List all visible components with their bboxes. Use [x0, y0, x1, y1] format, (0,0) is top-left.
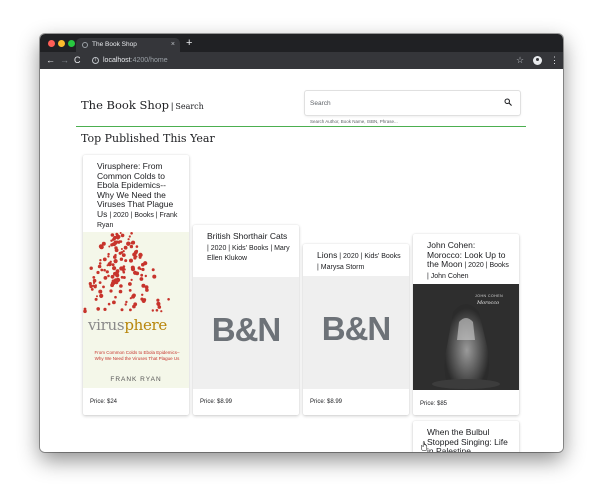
book-title-block[interactable]: British Shorthair Cats | 2020 | Kids' Bo…	[207, 231, 291, 264]
back-arrow-icon[interactable]: ←	[46, 53, 55, 68]
profile-avatar-icon[interactable]	[533, 56, 542, 65]
virus-dot-pattern	[83, 232, 170, 314]
section-title: Top Published This Year	[81, 132, 215, 145]
site-brand[interactable]: The Book Shop | Search	[81, 96, 204, 114]
book-title: British Shorthair Cats	[207, 231, 288, 241]
tab-title: The Book Shop	[92, 41, 137, 48]
book-card[interactable]: John Cohen: Morocco: Look Up to the Moon…	[413, 234, 519, 415]
close-window-button[interactable]	[48, 40, 55, 47]
header-divider	[76, 126, 526, 127]
cover-subtitle: From Common Colds to Ebola Epidemics– Wh…	[94, 350, 180, 361]
book-meta: | 2020 | Kids' Books | Mary Ellen Klukow	[207, 244, 290, 263]
tab-close-icon[interactable]: ×	[171, 38, 175, 52]
book-title: Virusphere: From Common Colds to Ebola E…	[97, 161, 174, 219]
cover-word-accent: phere	[124, 316, 167, 334]
book-card[interactable]: British Shorthair Cats | 2020 | Kids' Bo…	[193, 225, 299, 415]
bn-logo: B&N	[321, 310, 392, 347]
globe-icon	[82, 42, 88, 48]
forward-arrow-icon[interactable]: →	[60, 53, 69, 68]
nav-search-link[interactable]: Search	[175, 102, 203, 111]
url-host: localhost	[103, 57, 131, 64]
new-tab-button[interactable]: +	[186, 36, 192, 50]
brand-separator: |	[171, 101, 174, 111]
pointer-cursor-icon	[421, 441, 428, 451]
maximize-window-button[interactable]	[68, 40, 75, 47]
cover-photo	[413, 284, 519, 390]
book-title-block[interactable]: John Cohen: Morocco: Look Up to the Moon…	[427, 240, 511, 281]
search-input[interactable]	[305, 91, 495, 115]
book-cover-image[interactable]: B&N	[303, 276, 409, 389]
browser-window: The Book Shop × + ← → C i localhost:4200…	[40, 34, 563, 452]
bookmark-star-icon[interactable]: ☆	[516, 52, 524, 69]
book-price: Price: $85	[420, 401, 448, 407]
book-title-block[interactable]: Virusphere: From Common Colds to Ebola E…	[97, 161, 181, 231]
minimize-window-button[interactable]	[58, 40, 65, 47]
book-title: When the Bulbul Stopped Singing: Life in…	[427, 427, 508, 452]
address-bar[interactable]: localhost:4200/home	[103, 52, 168, 69]
cover-author: JOHN COHEN	[475, 294, 504, 298]
page-content: The Book Shop|Search Search Author, Book…	[40, 69, 563, 452]
browser-titlebar: The Book Shop × +	[40, 34, 563, 52]
cover-title: Morocco	[477, 300, 500, 306]
book-title-block[interactable]: Lions | 2020 | Kids' Books | Marysa Stor…	[317, 250, 401, 272]
cover-title: virusphere	[88, 316, 188, 334]
cover-author: FRANK RYAN	[110, 376, 162, 383]
search-box	[305, 91, 520, 115]
book-card[interactable]: Virusphere: From Common Colds to Ebola E…	[83, 155, 189, 415]
book-cover-image[interactable]: virusphere From Common Colds to Ebola Ep…	[83, 232, 189, 388]
book-title: Lions	[317, 250, 338, 260]
book-title-block[interactable]: When the Bulbul Stopped Singing: Life in…	[427, 427, 511, 452]
book-cover-image[interactable]: B&N	[193, 277, 299, 389]
bn-logo: B&N	[211, 311, 282, 348]
book-meta: | 2020 | Books | Frank Ryan	[97, 211, 178, 230]
site-title[interactable]: The Book Shop	[81, 98, 169, 112]
search-hint: Search Author, Book Name, ISBN, Phrase..…	[310, 119, 398, 124]
info-icon[interactable]: i	[92, 57, 99, 64]
book-card[interactable]: Lions | 2020 | Kids' Books | Marysa Stor…	[303, 244, 409, 415]
reload-icon[interactable]: C	[74, 53, 81, 68]
book-price: Price: $24	[90, 399, 118, 405]
kebab-menu-icon[interactable]: ⋮	[550, 52, 559, 69]
browser-tab[interactable]: The Book Shop ×	[76, 38, 180, 52]
url-path: :4200/home	[130, 57, 168, 64]
book-cover-image[interactable]: JOHN COHEN Morocco	[413, 284, 519, 390]
cover-word-main: virus	[88, 316, 125, 334]
search-icon[interactable]	[504, 98, 512, 106]
book-card[interactable]: When the Bulbul Stopped Singing: Life in…	[413, 421, 519, 452]
book-price: Price: $8.99	[310, 399, 343, 405]
browser-toolbar: ← → C i localhost:4200/home ☆ ⋮	[40, 52, 563, 69]
book-price: Price: $8.99	[200, 399, 233, 405]
